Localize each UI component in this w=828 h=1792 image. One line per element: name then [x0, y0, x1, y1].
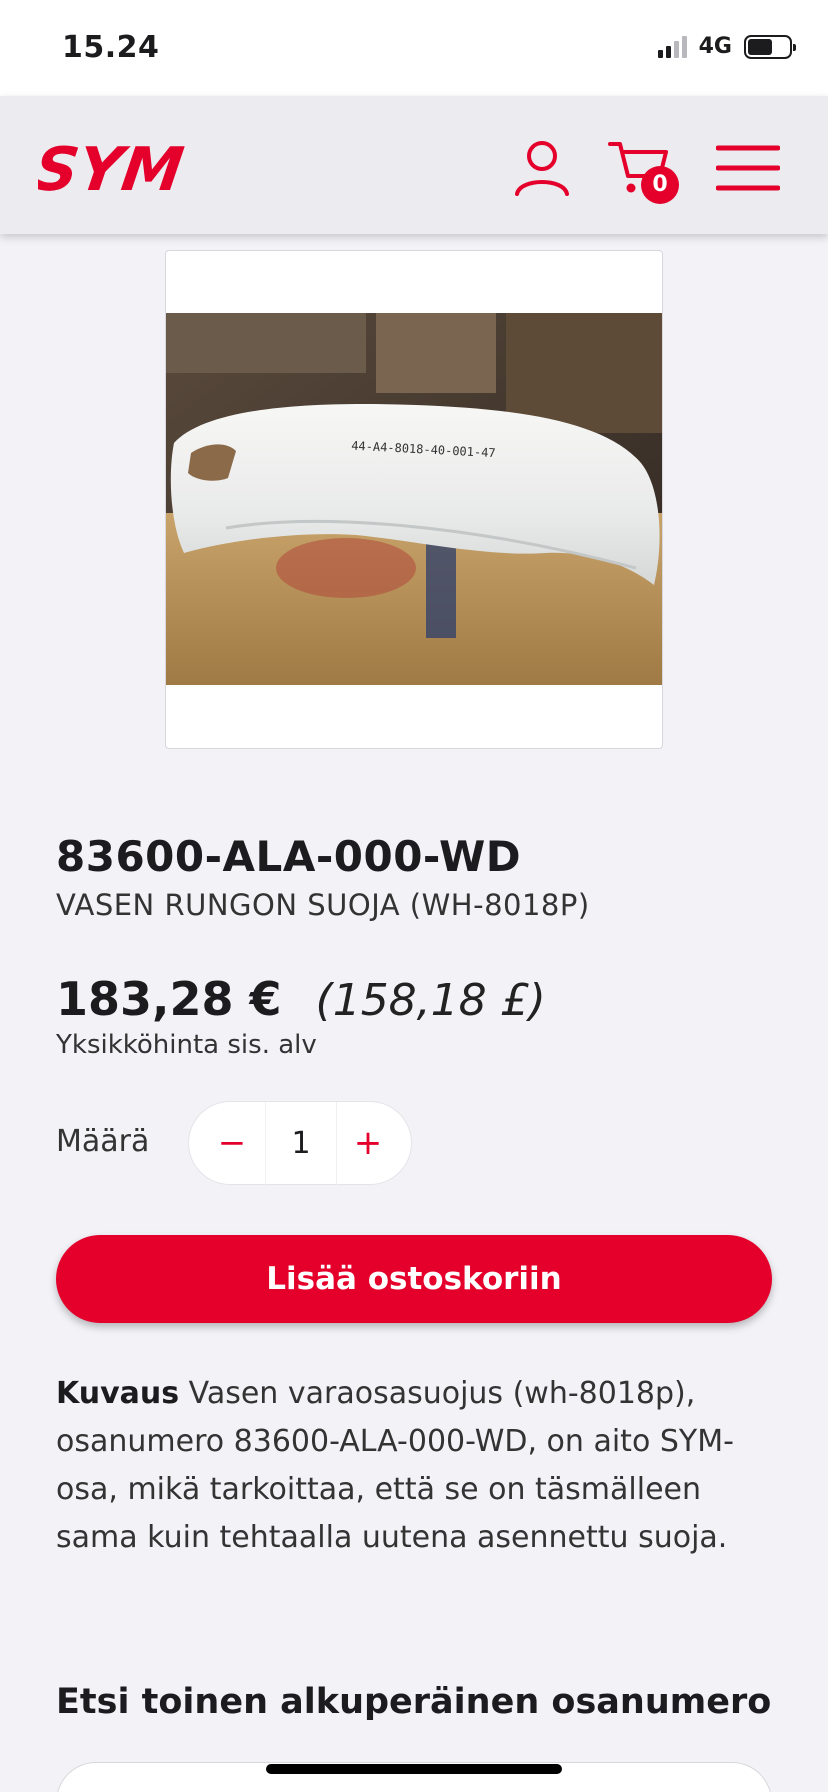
product-description: Kuvaus Vasen varaosasuojus (wh-8018p), o… — [56, 1370, 772, 1562]
decrease-quantity-button[interactable]: − — [197, 1102, 267, 1186]
status-time: 15.24 — [62, 30, 160, 65]
network-label: 4G — [698, 34, 732, 59]
user-icon[interactable] — [510, 136, 574, 200]
increase-quantity-button[interactable]: + — [333, 1102, 403, 1186]
quantity-value[interactable]: 1 — [265, 1102, 337, 1186]
signal-icon — [657, 35, 687, 58]
quantity-stepper: − 1 + — [188, 1101, 412, 1186]
status-indicators: 4G — [657, 34, 796, 59]
cart-count-badge[interactable]: 0 — [641, 166, 679, 204]
product-name: VASEN RUNGON SUOJA (WH-8018P) — [56, 888, 590, 922]
menu-icon[interactable] — [716, 136, 780, 200]
price-eur: 183,28 € — [56, 972, 282, 1026]
search-section-title: Etsi toinen alkuperäinen osanumero — [56, 1682, 772, 1722]
battery-icon — [744, 34, 796, 59]
add-to-cart-button[interactable]: Lisää ostoskoriin — [56, 1235, 772, 1323]
logo-text: SYM — [38, 135, 188, 202]
sym-logo[interactable]: SYM — [38, 132, 188, 202]
site-header: SYM — [0, 96, 828, 234]
product-photo: 44-A4-8018-40-001-47 — [166, 313, 662, 685]
status-bar: 15.24 4G — [0, 0, 828, 96]
description-label: Kuvaus — [56, 1376, 180, 1411]
price-note: Yksikköhinta sis. alv — [56, 1030, 317, 1060]
price-gbp: (158,18 £) — [315, 975, 546, 1026]
quantity-label: Määrä — [56, 1124, 150, 1159]
product-image[interactable]: 44-A4-8018-40-001-47 — [165, 250, 663, 749]
price-row: 183,28 € (158,18 £) — [56, 972, 546, 1026]
product-code: 83600-ALA-000-WD — [56, 832, 522, 881]
home-indicator[interactable] — [266, 1764, 562, 1774]
